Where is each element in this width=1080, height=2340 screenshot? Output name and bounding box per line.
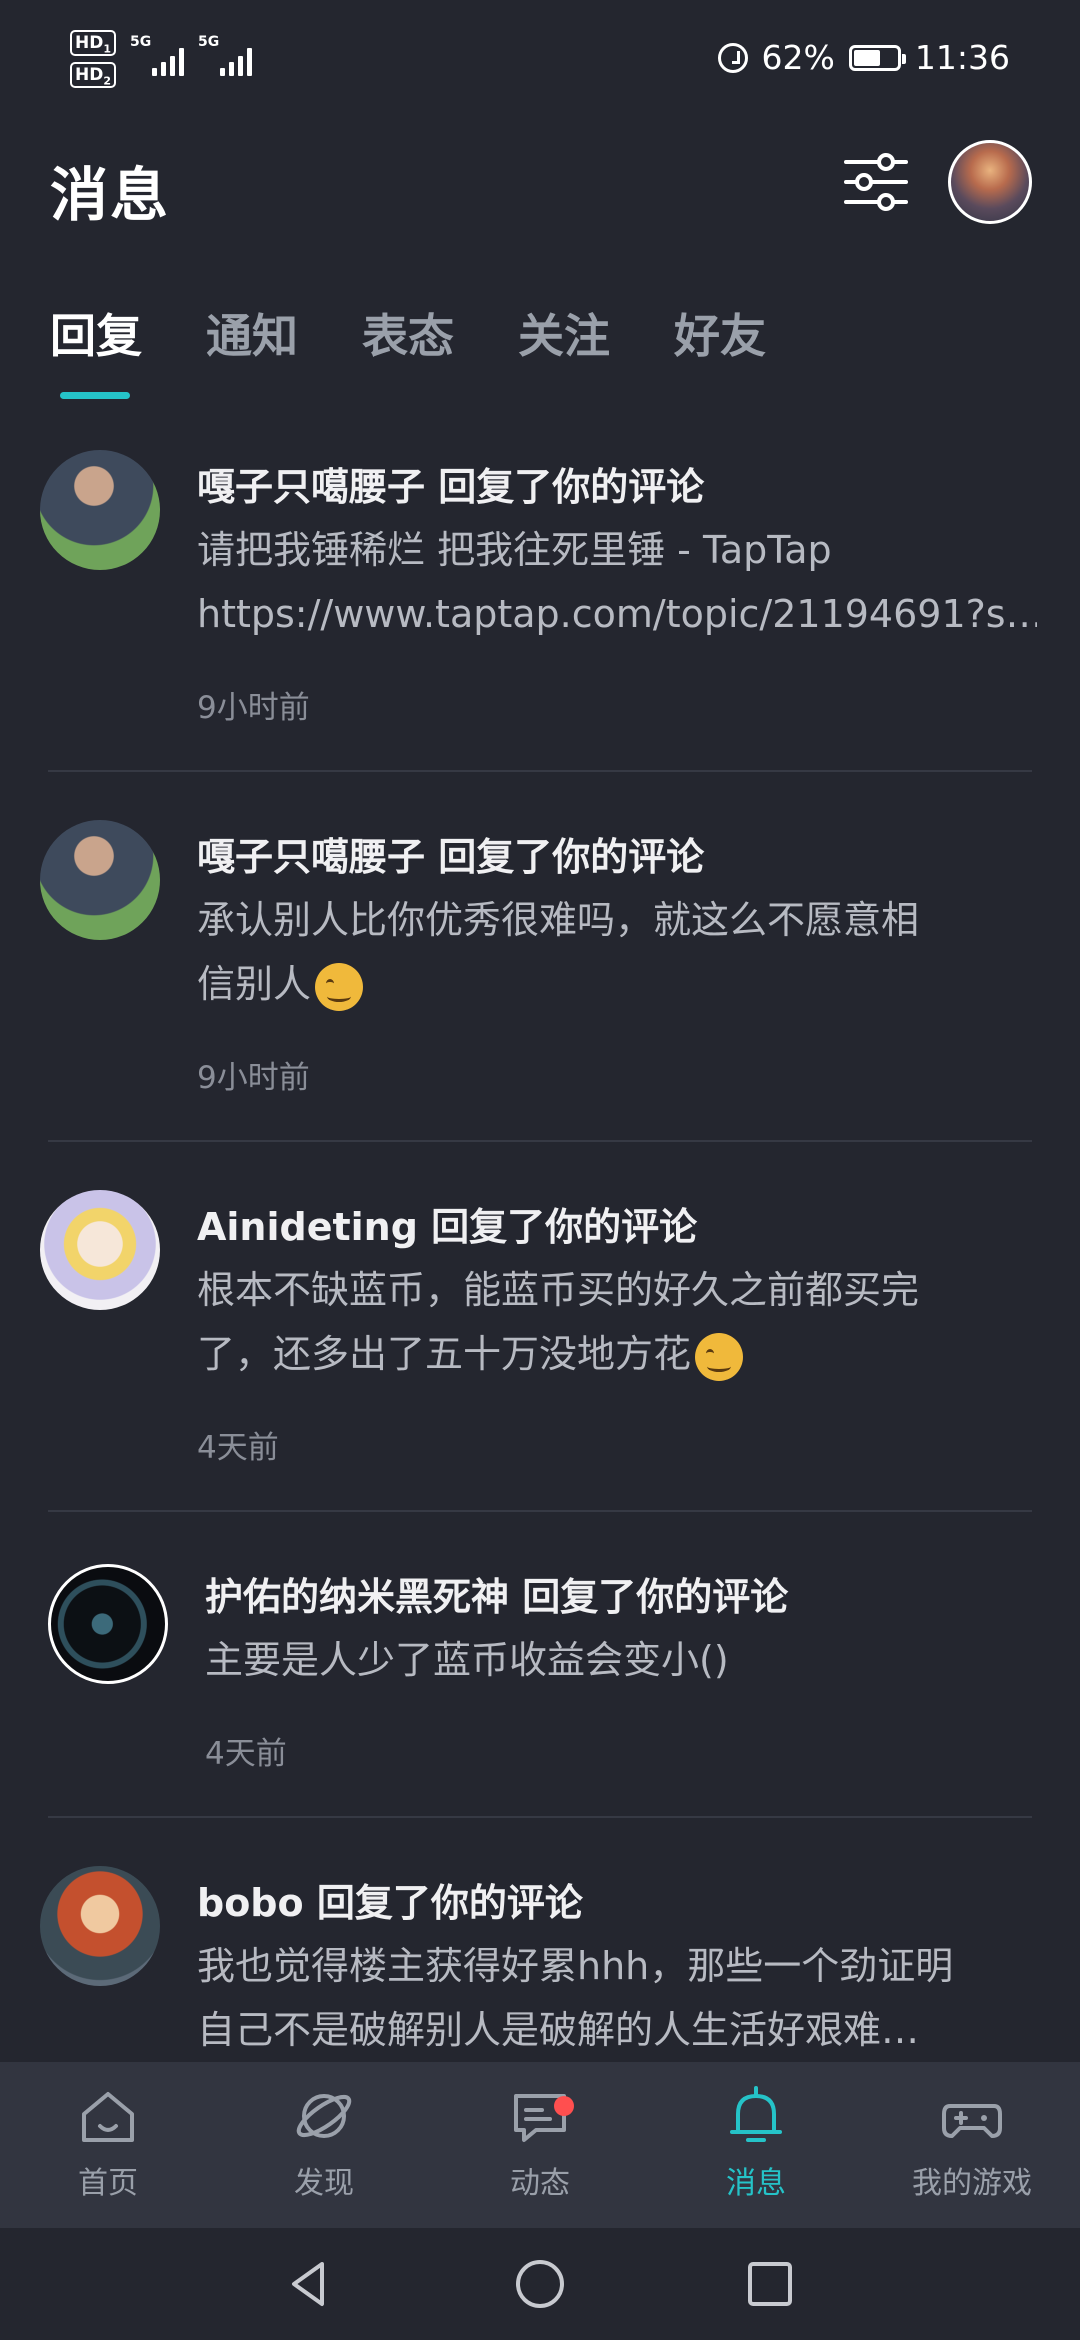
status-bar: HD1 HD2 5G 5G 62% 11:36 [0,0,1080,120]
nav-discover[interactable]: 发现 [234,2084,414,2202]
battery-percent: 62% [761,38,835,77]
hd-indicator-2: HD2 [70,62,116,88]
reply-time: 9小时前 [197,1060,310,1096]
reply-time: 9小时前 [197,690,310,726]
reply-header: bobo 回复了你的评论 [197,1872,583,1927]
reply-action: 回复了你的评论 [438,465,705,509]
tab-replies[interactable]: 回复 [50,300,142,366]
reply-text: 请把我锤稀烂 把我往死里锤 - TapTap [197,528,832,572]
nav-home-label: 首页 [78,2166,138,2201]
nav-my-games-label: 我的游戏 [912,2166,1032,2201]
reply-header: 嘎子只噶腰子 回复了你的评论 [197,826,704,881]
smirk-emoji-icon [695,1332,744,1381]
reply-text-line2: 信别人 [197,962,312,1006]
reply-content: 主要是人少了蓝币收益会变小() [205,1628,1045,1692]
divider [48,1510,1032,1512]
signal-icon-2: 5G [198,30,252,76]
reply-action: 回复了你的评论 [522,1575,789,1619]
avatar[interactable] [40,1866,160,1986]
reply-time: 4天前 [197,1430,279,1466]
avatar[interactable] [40,820,160,940]
sweat-smile-emoji-icon [315,962,364,1011]
hd-indicator-1: HD1 [70,30,116,56]
nav-messages-label: 消息 [726,2166,786,2201]
reply-action: 回复了你的评论 [431,1205,698,1249]
reply-username[interactable]: 护佑的纳米黑死神 [205,1575,509,1619]
message-tabs: 回复 通知 表态 关注 好友 [50,300,830,399]
nav-discover-label: 发现 [294,2166,354,2201]
filter-settings-icon[interactable] [840,150,912,214]
home-icon [82,2092,134,2142]
bottom-navigation: 首页 发现 动态 消息 我的游戏 [0,2062,1080,2228]
system-navigation-bar [0,2228,1080,2340]
page-header: 消息 [50,140,1032,240]
tab-follows[interactable]: 关注 [518,300,610,366]
divider [48,1816,1032,1818]
active-tab-indicator [60,392,130,399]
reply-header: Ainideting 回复了你的评论 [197,1196,697,1251]
tab-reactions[interactable]: 表态 [362,300,454,366]
reply-username[interactable]: Ainideting [197,1205,418,1249]
reply-content: 承认别人比你优秀很难吗，就这么不愿意相 信别人 [197,888,1037,1016]
avatar[interactable] [48,1564,168,1684]
recent-apps-icon[interactable] [742,2256,798,2312]
reply-username[interactable]: 嘎子只噶腰子 [197,465,425,509]
nav-feed-label: 动态 [510,2166,570,2201]
reply-time: 4天前 [205,1736,287,1772]
reply-text-line1: 承认别人比你优秀很难吗，就这么不愿意相 [197,898,920,942]
avatar[interactable] [40,450,160,570]
reply-text-line2: 了，还多出了五十万没地方花 [197,1332,692,1376]
divider [48,1140,1032,1142]
alarm-icon [717,42,748,73]
home-circle-icon[interactable] [512,2256,568,2312]
nav-my-games[interactable]: 我的游戏 [882,2084,1062,2202]
user-avatar[interactable] [948,140,1032,224]
reply-header: 护佑的纳米黑死神 回复了你的评论 [205,1566,788,1621]
bell-icon [730,2086,782,2142]
signal-icon-1: 5G [130,30,184,76]
reply-content: 请把我锤稀烂 把我往死里锤 - TapTap https://www.tapta… [197,518,1037,646]
reply-username[interactable]: 嘎子只噶腰子 [197,835,425,879]
gamepad-icon [942,2104,1002,2138]
reply-text: 主要是人少了蓝币收益会变小() [205,1638,729,1682]
reply-action: 回复了你的评论 [438,835,705,879]
reply-text-line1: 根本不缺蓝币，能蓝币买的好久之前都买完 [197,1268,920,1312]
nav-feed[interactable]: 动态 [450,2084,630,2202]
reply-action: 回复了你的评论 [316,1881,583,1925]
nav-home[interactable]: 首页 [18,2084,198,2202]
divider [48,770,1032,772]
battery-icon [848,44,906,71]
reply-text-line2: 自己不是破解别人是破解的人生活好艰难… [197,2008,920,2052]
reply-username[interactable]: bobo [197,1881,304,1925]
tab-friends[interactable]: 好友 [674,300,766,366]
notification-badge [554,2096,574,2116]
nav-messages[interactable]: 消息 [666,2084,846,2202]
reply-link[interactable]: https://www.taptap.com/topic/21194691?s… [197,582,1037,646]
page-title: 消息 [50,161,171,229]
chat-icon [514,2094,566,2142]
planet-icon [296,2094,352,2138]
back-icon[interactable] [282,2256,338,2312]
reply-content: 根本不缺蓝币，能蓝币买的好久之前都买完 了，还多出了五十万没地方花 [197,1258,1037,1386]
reply-header: 嘎子只噶腰子 回复了你的评论 [197,456,704,511]
tab-notifications[interactable]: 通知 [206,300,298,366]
reply-text-line1: 我也觉得楼主获得好累hhh，那些一个劲证明 [197,1944,954,1988]
clock: 11:36 [914,38,1010,77]
reply-content: 我也觉得楼主获得好累hhh，那些一个劲证明 自己不是破解别人是破解的人生活好艰难… [197,1934,1037,2062]
avatar[interactable] [40,1190,160,1310]
